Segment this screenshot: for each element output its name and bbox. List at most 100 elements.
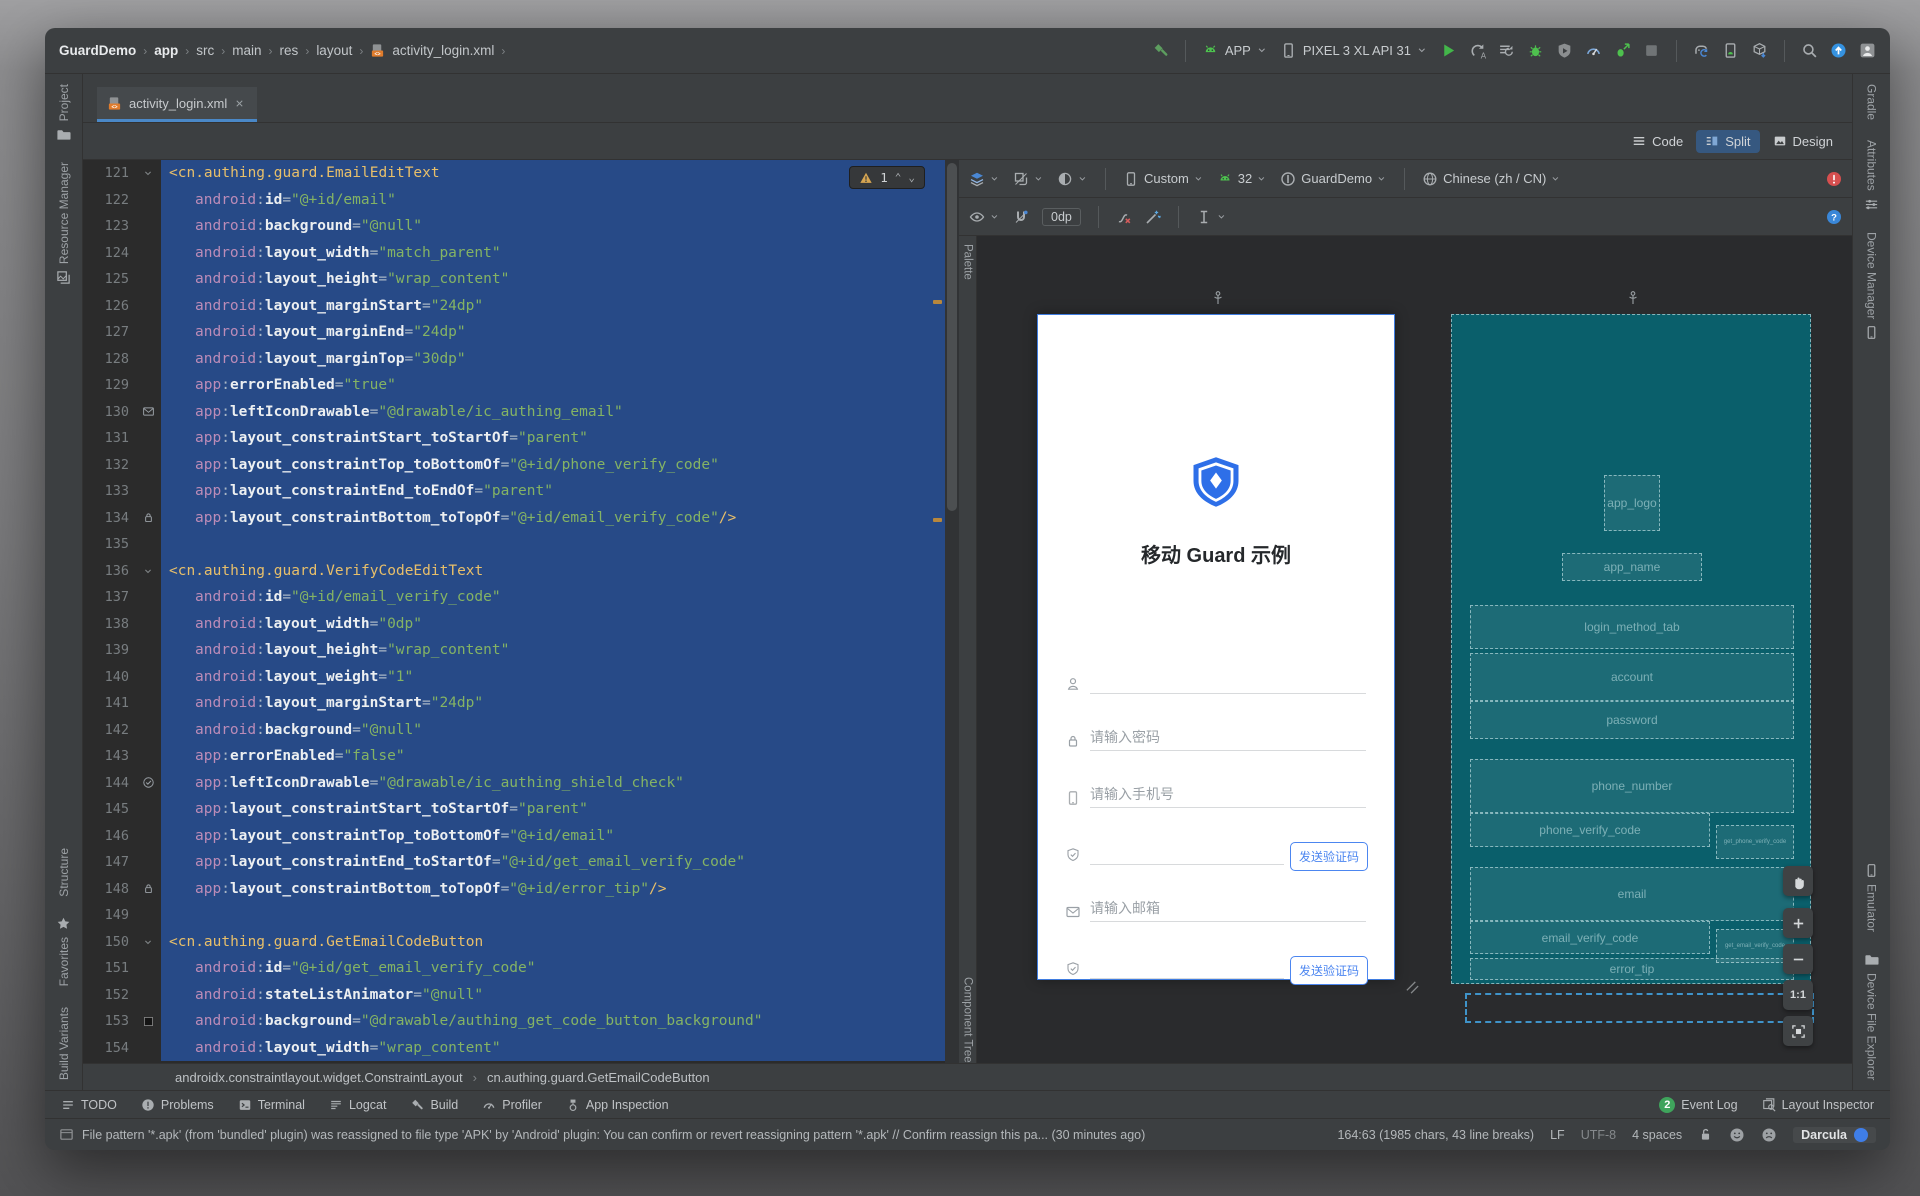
send-code-button[interactable]: 发送验证码	[1290, 956, 1368, 985]
zoom-actual-button[interactable]: 1:1	[1783, 980, 1813, 1010]
pan-hand-button[interactable]	[1783, 866, 1813, 896]
breadcrumb-item-src[interactable]: src	[196, 43, 214, 58]
bugarrow-button[interactable]	[1614, 42, 1631, 59]
orient-button[interactable]	[1013, 171, 1044, 187]
component-tree-tab[interactable]: Component Tree	[962, 977, 974, 1063]
sidebar-item-device-manager[interactable]: Device Manager	[1864, 232, 1879, 340]
update-button[interactable]	[1830, 42, 1847, 59]
file-encoding[interactable]: UTF-8	[1581, 1128, 1616, 1142]
pack-button[interactable]	[1196, 209, 1227, 225]
sidebar-item-project[interactable]: Project	[56, 84, 71, 142]
blueprint-error_tip[interactable]: error_tip	[1470, 958, 1794, 980]
toolwindow-event-log[interactable]: 2 Event Log	[1659, 1096, 1738, 1113]
login-field[interactable]: 发送验证码	[1038, 816, 1394, 873]
theme-switcher[interactable]: Darcula	[1793, 1126, 1876, 1143]
bug-button[interactable]	[1527, 42, 1544, 59]
helpbadge-button[interactable]: ?	[1826, 209, 1842, 225]
infer-button[interactable]	[1145, 209, 1161, 225]
lockg-gutter-icon[interactable]	[135, 876, 161, 903]
toolwindow-profiler[interactable]: Profiler	[482, 1098, 542, 1112]
blueprint-phone[interactable]: app_logo app_name login_method_tab account p…	[1451, 314, 1811, 984]
frown-feedback-icon[interactable]	[1761, 1127, 1777, 1143]
tab-activity-login[interactable]: <> activity_login.xml	[97, 87, 258, 122]
sidebar-item-build-variants[interactable]: Build Variants	[57, 1007, 71, 1080]
toggle-code[interactable]: Code	[1623, 130, 1692, 153]
toolwindow-build[interactable]: Build	[410, 1098, 458, 1112]
zoom-fit-button[interactable]	[1783, 1016, 1813, 1046]
toggle-split[interactable]: Split	[1696, 129, 1760, 153]
toolwindow-problems[interactable]: Problems	[141, 1098, 214, 1112]
error-stripe-mark[interactable]	[933, 300, 942, 304]
selected-component-outline[interactable]	[1465, 993, 1814, 1023]
rerun-button[interactable]: A	[1469, 42, 1486, 59]
toolwindow-todo[interactable]: TODO	[61, 1098, 117, 1112]
lockg-gutter-icon[interactable]	[135, 505, 161, 532]
layers-button[interactable]	[969, 171, 1000, 187]
devmgr-button[interactable]	[1722, 42, 1739, 59]
blueprint-phone_number[interactable]: phone_number	[1470, 759, 1794, 813]
toolwindow-app-inspection[interactable]: App Inspection	[566, 1098, 669, 1112]
blueprint-get_phone_verify_code[interactable]: get_phone_verify_code	[1716, 825, 1794, 859]
sidebar-item-attributes[interactable]: Attributes	[1864, 140, 1879, 212]
login-field[interactable]: 请输入密码	[1038, 702, 1394, 759]
zoom-out-button[interactable]	[1783, 944, 1813, 974]
swatch-gutter-icon[interactable]	[135, 1008, 161, 1035]
theme-button[interactable]	[1057, 171, 1088, 187]
sdk-button[interactable]	[1751, 42, 1768, 59]
errbadge-button[interactable]	[1826, 171, 1842, 187]
sidebar-item-emulator[interactable]: Emulator	[1864, 863, 1879, 932]
sync-button[interactable]	[1693, 42, 1710, 59]
breadcrumb-item-activity_login-xml[interactable]: activity_login.xml	[392, 43, 494, 58]
sidebar-item-favorites[interactable]: Favorites	[56, 916, 71, 987]
chinese-zh-cn--selector[interactable]: Chinese (zh / CN)	[1422, 171, 1561, 187]
sidebar-item-gradle[interactable]: Gradle	[1865, 84, 1879, 120]
login-field[interactable]: 请输入手机号	[1038, 759, 1394, 816]
clearc-button[interactable]	[1116, 209, 1132, 225]
toolwindow-logcat[interactable]: Logcat	[329, 1098, 386, 1112]
indent-setting[interactable]: 4 spaces	[1632, 1128, 1682, 1142]
avatar-button[interactable]	[1859, 42, 1876, 59]
xml-breadcrumb-item[interactable]: cn.authing.guard.GetEmailCodeButton	[487, 1070, 710, 1085]
prev-warning-icon[interactable]: ⌃	[895, 172, 902, 183]
smile-feedback-icon[interactable]	[1729, 1127, 1745, 1143]
gauge-button[interactable]	[1585, 42, 1602, 59]
fold-icon[interactable]	[135, 558, 161, 585]
send-code-button[interactable]: 发送验证码	[1290, 842, 1368, 871]
toolwindow-layout-inspector[interactable]: Layout Inspector	[1762, 1097, 1874, 1113]
zoom-in-button[interactable]	[1783, 908, 1813, 938]
resize-handle-icon[interactable]	[1405, 980, 1420, 995]
blueprint-login_method_tab[interactable]: login_method_tab	[1470, 605, 1794, 649]
blueprint-email[interactable]: email	[1470, 867, 1794, 921]
blueprint-app_logo[interactable]: app_logo	[1604, 475, 1660, 531]
fold-icon[interactable]	[135, 929, 161, 956]
listre-button[interactable]	[1498, 42, 1515, 59]
login-field[interactable]	[1038, 645, 1394, 702]
design-preview-phone[interactable]: 移动 Guard 示例 请输入密码 请输入手机号 发送验证码 请输入邮箱 发送验证码	[1037, 314, 1395, 985]
blueprint-phone_verify_code[interactable]: phone_verify_code	[1470, 813, 1710, 847]
shieldplay-button[interactable]	[1556, 42, 1573, 59]
breadcrumb-item-main[interactable]: main	[232, 43, 261, 58]
error-stripe-mark[interactable]	[933, 518, 942, 522]
default-margin-field[interactable]: 0dp	[1042, 207, 1081, 226]
sidebar-item-device-file-explorer[interactable]: Device File Explorer	[1864, 952, 1879, 1080]
fold-icon[interactable]	[135, 160, 161, 187]
sidebar-item-structure[interactable]: Structure	[57, 848, 71, 897]
inspection-widget[interactable]: 1 ⌃ ⌄	[849, 166, 925, 189]
close-icon[interactable]	[234, 98, 245, 109]
breadcrumb-item-GuardDemo[interactable]: GuardDemo	[59, 43, 136, 58]
guarddemo-selector[interactable]: GuardDemo	[1280, 171, 1387, 187]
blueprint-app_name[interactable]: app_name	[1562, 553, 1702, 581]
custom-selector[interactable]: Custom	[1123, 171, 1204, 187]
checkg-gutter-icon[interactable]	[135, 770, 161, 797]
design-canvas[interactable]: 移动 Guard 示例 请输入密码 请输入手机号 发送验证码 请输入邮箱 发送验证码 a…	[977, 236, 1852, 1090]
xml-breadcrumb-item[interactable]: androidx.constraintlayout.widget.Constra…	[175, 1070, 463, 1085]
app-selector[interactable]: APP	[1202, 42, 1268, 59]
blueprint-account[interactable]: account	[1470, 653, 1794, 701]
search-button[interactable]	[1801, 42, 1818, 59]
breadcrumb-item-res[interactable]: res	[280, 43, 299, 58]
breadcrumb-item-layout[interactable]: layout	[316, 43, 352, 58]
toggle-design[interactable]: Design	[1764, 130, 1842, 153]
app-title[interactable]: 移动 Guard 示例	[1038, 539, 1394, 568]
unlock-icon[interactable]	[1698, 1127, 1713, 1142]
blueprint-password[interactable]: password	[1470, 701, 1794, 739]
